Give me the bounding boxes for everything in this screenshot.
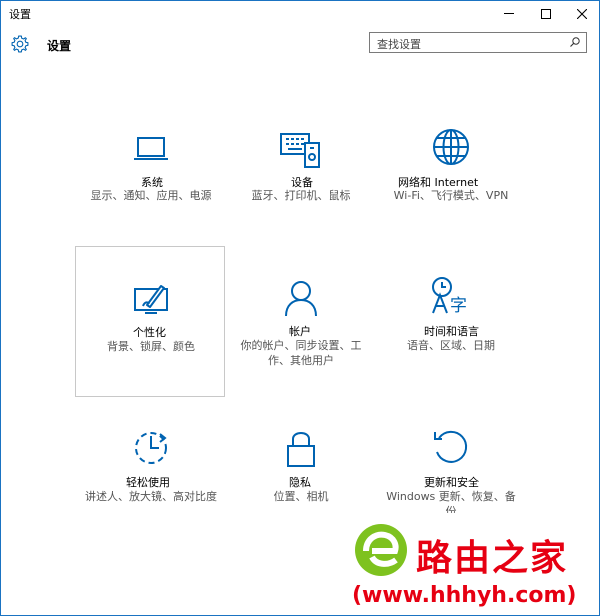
settings-header: 设置 查找设置 [1,29,599,61]
tile-desc: 位置、相机 [273,490,329,503]
watermark: 路由之家 (www.hhhyh.com) [348,513,599,615]
settings-window: 设置 设置 查找设置 系统 显示、通知、应用、电源 设备 蓝牙、打印机、鼠标 网… [0,0,600,616]
svg-text:字: 字 [450,296,467,316]
close-button[interactable] [564,1,599,26]
tile-network[interactable]: 网络和 Internet Wi-Fi、飞行模式、VPN [376,121,526,231]
person-icon [285,281,317,317]
personalization-icon [134,285,168,314]
watermark-brand: 路由之家 [416,538,569,579]
tile-desc: 语音、区域、日期 [407,339,495,352]
tile-label: 更新和安全 [424,476,479,489]
globe-icon [433,129,469,165]
minimize-button[interactable] [491,1,527,26]
watermark-logo [355,524,407,576]
search-icon[interactable] [569,36,581,48]
tile-desc: 你的帐户、同步设置、工作、其他用户 [240,339,362,367]
update-icon [434,430,468,463]
tile-devices[interactable]: 设备 蓝牙、打印机、鼠标 [226,121,376,231]
maximize-icon [541,8,551,19]
time-language-icon: 字 [432,277,467,316]
tile-desc: 显示、通知、应用、电源 [90,189,212,202]
gear-icon [11,35,29,53]
window-title: 设置 [9,8,31,21]
search-input[interactable]: 查找设置 [369,32,587,53]
tile-system[interactable]: 系统 显示、通知、应用、电源 [76,121,226,231]
minimize-icon [504,13,514,14]
tile-desc: Wi-Fi、飞行模式、VPN [393,189,509,202]
tile-update-security[interactable]: 更新和安全 Windows 更新、恢复、备份 [376,416,526,526]
tile-time-language[interactable]: 字 时间和语言 语音、区域、日期 [376,246,526,397]
tile-ease-of-access[interactable]: 轻松使用 讲述人、放大镜、高对比度 [76,416,226,526]
tile-label: 时间和语言 [424,325,479,338]
tile-accounts[interactable]: 帐户 你的帐户、同步设置、工作、其他用户 [226,246,376,397]
ease-of-access-icon [135,432,167,464]
maximize-button[interactable] [528,1,564,26]
devices-icon [280,133,320,168]
tile-desc: 蓝牙、打印机、鼠标 [251,189,351,202]
tile-desc: 讲述人、放大镜、高对比度 [85,490,217,503]
search-placeholder: 查找设置 [377,38,421,51]
lock-icon [287,432,315,467]
page-title: 设置 [47,39,72,53]
tile-personalization[interactable]: 个性化 背景、锁屏、颜色 [75,246,225,397]
laptop-icon [134,137,168,160]
title-bar: 设置 [1,1,599,26]
tile-privacy[interactable]: 隐私 位置、相机 [226,416,376,526]
tile-desc: 背景、锁屏、颜色 [107,340,195,353]
close-icon [577,8,587,19]
watermark-url: (www.hhhyh.com) [352,583,577,608]
